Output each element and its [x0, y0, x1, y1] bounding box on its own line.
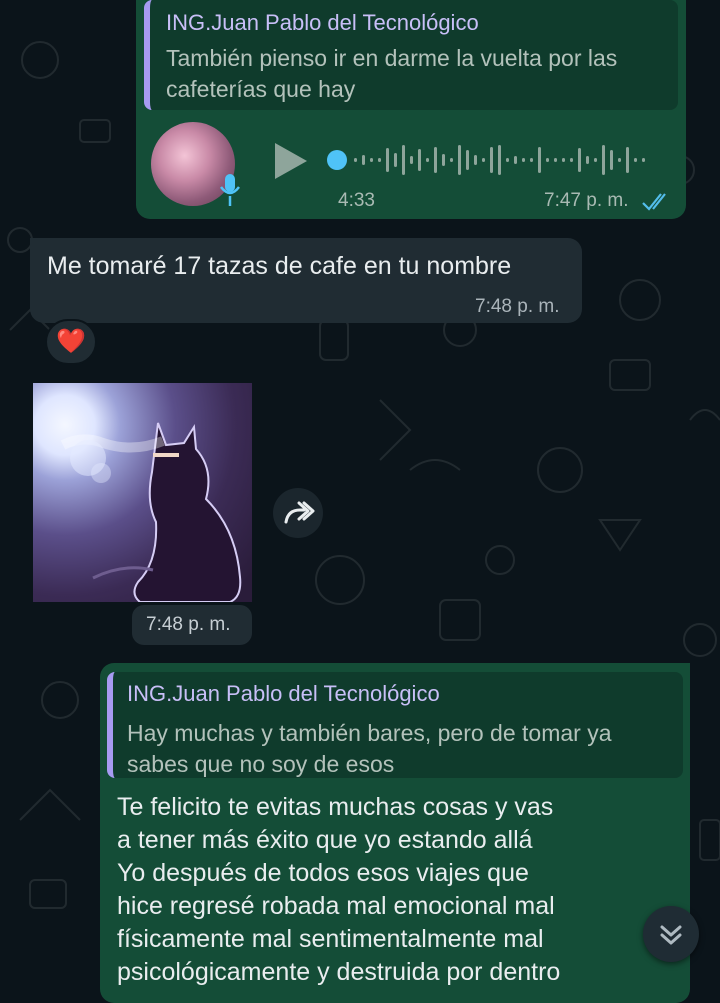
message-time: 7:47 p. m. [544, 190, 629, 211]
waveform-bar [642, 158, 645, 162]
waveform-bar [354, 158, 357, 162]
scroll-to-bottom-button[interactable] [643, 906, 699, 962]
waveform-bar [362, 155, 365, 165]
reaction-badge[interactable]: ❤️ [45, 319, 97, 365]
playback-position-dot [327, 150, 347, 170]
voice-duration: 4:33 [338, 190, 375, 211]
waveform-bar [490, 147, 493, 173]
waveform-bar [498, 145, 501, 175]
waveform-bar [522, 158, 525, 162]
waveform-bar [562, 158, 565, 162]
waveform-bar [626, 147, 629, 173]
play-icon[interactable] [273, 141, 309, 181]
message-line: hice regresé robada mal emocional mal [117, 892, 555, 920]
waveform-bar [426, 158, 429, 162]
forward-button[interactable] [273, 488, 323, 538]
waveform-bar [578, 148, 581, 172]
waveform-bar [402, 145, 405, 175]
microphone-icon [220, 174, 240, 206]
waveform-bar [506, 158, 509, 162]
message-text: Te felicito te evitas muchas cosas y vas… [117, 791, 677, 989]
reply-quote[interactable]: ING.Juan Pablo del Tecnológico Hay mucha… [107, 672, 683, 778]
cat-smoking-image [60, 422, 242, 602]
reply-author: ING.Juan Pablo del Tecnológico [166, 10, 479, 35]
forward-arrow-icon [284, 501, 315, 524]
image-time-pill: 7:48 p. m. [132, 605, 252, 645]
waveform-bar [434, 147, 437, 173]
waveform-bar [530, 158, 533, 162]
double-chevron-down-icon [660, 925, 682, 945]
outgoing-message-bubble[interactable]: ING.Juan Pablo del Tecnológico Hay mucha… [100, 663, 690, 1003]
waveform-bar [514, 156, 517, 164]
incoming-message-bubble[interactable]: Me tomaré 17 tazas de cafe en tu nombre … [30, 238, 582, 323]
waveform-bar [394, 153, 397, 167]
waveform-bar [450, 158, 453, 162]
reply-quote[interactable]: ING.Juan Pablo del Tecnológico También p… [144, 0, 678, 110]
message-line: Te felicito te evitas muchas cosas y vas [117, 793, 554, 821]
waveform-bar [634, 158, 637, 162]
waveform-bar [458, 145, 461, 175]
waveform-bar [594, 158, 597, 162]
waveform-bar [610, 150, 613, 170]
waveform-bar [410, 156, 413, 164]
message-time: 7:48 p. m. [475, 296, 560, 317]
waveform-bar [386, 148, 389, 172]
waveform-bar [378, 158, 381, 162]
waveform-bar [554, 158, 557, 162]
waveform-bar [546, 158, 549, 162]
message-line: psicológicamente y destruida por dentro [117, 958, 561, 986]
waveform-bar [602, 145, 605, 175]
heart-icon: ❤️ [56, 328, 86, 355]
message-text: Me tomaré 17 tazas de cafe en tu nombre [47, 252, 512, 280]
waveform-bar [474, 155, 477, 165]
reply-author: ING.Juan Pablo del Tecnológico [127, 681, 440, 706]
waveform-bar [618, 158, 621, 162]
message-line: físicamente mal sentimentalmente mal [117, 925, 544, 953]
message-time: 7:48 p. m. [146, 614, 231, 635]
waveform-bar [586, 156, 589, 164]
double-check-read-icon [642, 193, 666, 211]
voice-message-bubble[interactable]: ING.Juan Pablo del Tecnológico También p… [136, 0, 686, 219]
waveform-bar [538, 147, 541, 173]
message-line: Yo después de todos esos viajes que [117, 859, 529, 887]
waveform-bar [370, 158, 373, 162]
image-message[interactable] [33, 383, 252, 602]
waveform-bar [570, 158, 573, 162]
message-line: a tener más éxito que yo estando allá [117, 826, 533, 854]
waveform-bar [418, 149, 421, 171]
reply-text: También pienso ir en darme la vuelta por… [166, 45, 618, 102]
waveform-bar [482, 158, 485, 162]
audio-waveform[interactable] [326, 138, 666, 182]
reply-text: Hay muchas y también bares, pero de toma… [127, 720, 612, 777]
waveform-bar [442, 154, 445, 166]
waveform-bar [466, 150, 469, 170]
